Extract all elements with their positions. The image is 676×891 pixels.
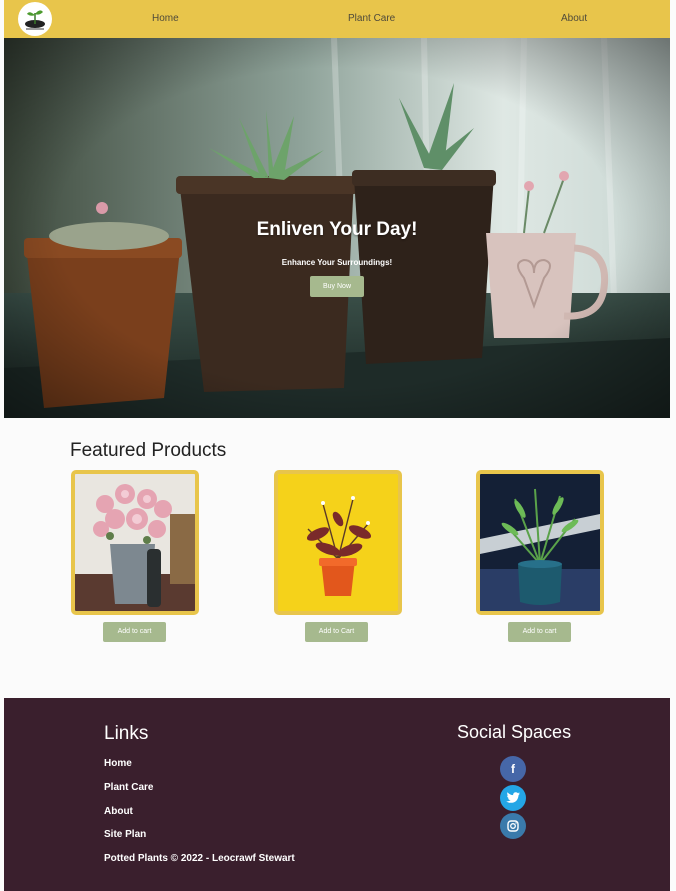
pink-flowers-image [75, 474, 195, 611]
product-card[interactable] [71, 470, 199, 615]
footer-link-about[interactable]: About [104, 806, 133, 817]
footer-link-home[interactable]: Home [104, 758, 132, 769]
footer-links-title: Links [104, 723, 149, 744]
nav-home[interactable]: Home [152, 13, 179, 24]
twitter-bird-glyph [506, 792, 520, 803]
nav-plant-care[interactable]: Plant Care [348, 13, 395, 24]
orange-pot-plant-image [278, 474, 398, 611]
footer-link-site-plan[interactable]: Site Plan [104, 829, 146, 840]
add-to-cart-button[interactable]: Add to Cart [305, 622, 368, 642]
navbar: Home Plant Care About [4, 0, 670, 38]
footer: Links Home Plant Care About Site Plan Po… [4, 698, 670, 891]
nav-about[interactable]: About [561, 13, 587, 24]
instagram-camera-glyph [507, 820, 519, 832]
copyright: Potted Plants © 2022 - Leocrawf Stewart [104, 853, 295, 864]
product-card[interactable] [274, 470, 402, 615]
add-to-cart-button[interactable]: Add to cart [103, 622, 166, 642]
hero-subtitle: Enhance Your Surroundings! [281, 258, 393, 267]
add-to-cart-button[interactable]: Add to cart [508, 622, 571, 642]
featured-products-title: Featured Products [70, 440, 227, 461]
hero-title: Enliven Your Day! [256, 219, 418, 240]
buy-now-button[interactable]: Buy Now [310, 276, 364, 297]
facebook-icon[interactable]: f [500, 756, 526, 782]
hero-banner: Enliven Your Day! Enhance Your Surroundi… [4, 38, 670, 418]
palm-in-blue-pot-image [480, 474, 600, 611]
footer-link-plant-care[interactable]: Plant Care [104, 782, 153, 793]
twitter-icon[interactable] [500, 785, 526, 811]
page: Home Plant Care About Enliven Your Day! … [4, 0, 670, 891]
logo[interactable] [18, 2, 52, 36]
logo-sprout-icon [25, 10, 45, 30]
social-spaces-title: Social Spaces [457, 722, 572, 742]
instagram-icon[interactable] [500, 813, 526, 839]
product-card[interactable] [476, 470, 604, 615]
